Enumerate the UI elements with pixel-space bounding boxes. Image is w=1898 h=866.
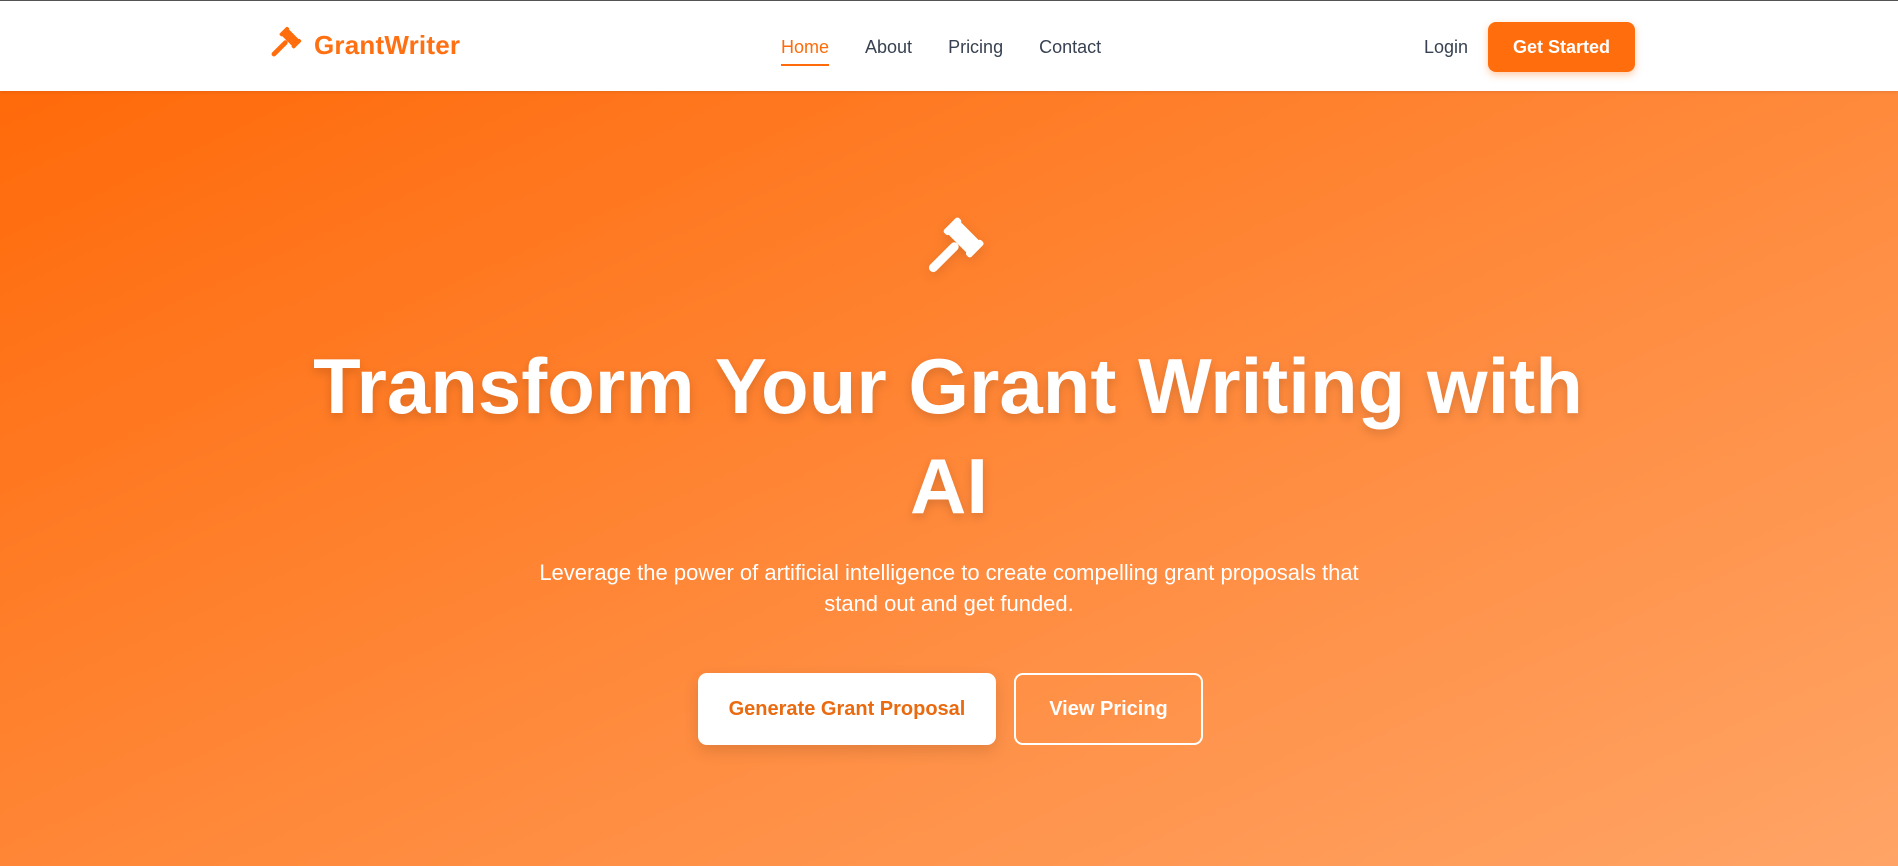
nav-link-home[interactable]: Home [781, 37, 830, 66]
nav-link-pricing[interactable]: Pricing [948, 37, 1003, 66]
nav-link-contact[interactable]: Contact [1039, 37, 1101, 66]
gavel-icon [264, 26, 302, 64]
main-nav: Home About Pricing Contact [781, 37, 1101, 66]
view-pricing-button[interactable]: View Pricing [1014, 673, 1203, 745]
hero-title-line2: AI [910, 442, 988, 530]
get-started-button[interactable]: Get Started [1488, 22, 1635, 72]
hero-subtitle: Leverage the power of artificial intelli… [0, 557, 1898, 619]
gavel-icon [915, 216, 985, 286]
hero-title-line1: Transform Your Grant Writing with [313, 342, 1583, 430]
top-navbar: GrantWriter Home About Pricing Contact L… [0, 1, 1898, 91]
hero-title: Transform Your Grant Writing with AI [0, 336, 1898, 536]
brand-logo[interactable]: GrantWriter [264, 26, 460, 64]
brand-name: GrantWriter [314, 29, 461, 60]
hero-subtitle-line2: stand out and get funded. [824, 591, 1074, 616]
hero-subtitle-line1: Leverage the power of artificial intelli… [539, 560, 1359, 585]
nav-link-about[interactable]: About [865, 37, 912, 66]
generate-proposal-button[interactable]: Generate Grant Proposal [698, 673, 996, 745]
hero-section: Transform Your Grant Writing with AI Lev… [0, 91, 1898, 866]
login-link[interactable]: Login [1424, 37, 1468, 58]
